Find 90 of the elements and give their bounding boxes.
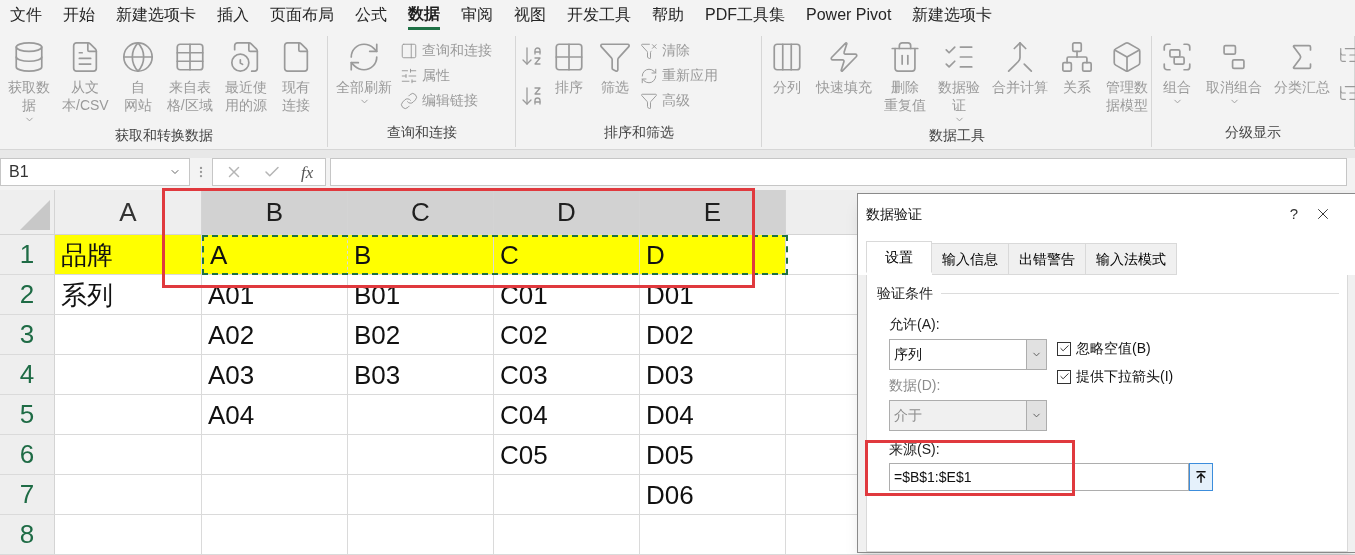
cell-text: D (646, 238, 665, 272)
section-title: 验证条件 (877, 284, 933, 303)
collapse-dialog-button[interactable] (1189, 463, 1213, 491)
menu-tab[interactable]: PDF工具集 (705, 0, 785, 30)
group-label: 数据工具 (927, 126, 986, 145)
cell-text: D04 (646, 398, 694, 432)
ribbon-icon (598, 40, 632, 74)
ribbon-icon (640, 66, 658, 85)
cell-text: D05 (646, 438, 694, 472)
dialog-tab[interactable]: 设置 (866, 241, 932, 273)
column-header[interactable]: D (494, 190, 640, 234)
menu-tab[interactable]: 文件 (10, 0, 42, 30)
cell-text: C02 (500, 318, 548, 352)
menu-tab[interactable]: 公式 (355, 0, 387, 30)
ribbon-icon (400, 91, 418, 110)
menu-tab[interactable]: 新建选项卡 (116, 0, 196, 30)
name-box[interactable]: B1 (0, 158, 190, 187)
row-header[interactable]: 7 (0, 475, 55, 514)
checkbox[interactable] (1057, 369, 1071, 384)
group-label: 排序和筛选 (602, 123, 675, 142)
allow-label: 允许(A): (889, 315, 941, 334)
checkbox-label: 忽略空值(B) (1076, 339, 1151, 358)
menu-tab[interactable]: 开发工具 (567, 0, 631, 30)
corner-triangle-icon (20, 200, 50, 230)
group-label: 获取和转换数据 (113, 126, 214, 145)
formula-input[interactable] (330, 158, 1347, 187)
ribbon-icon (120, 40, 155, 74)
cell-text: D06 (646, 478, 694, 512)
upload-arrow-icon (1194, 470, 1208, 484)
menu-tab[interactable]: 审阅 (461, 0, 493, 30)
ribbon-icon (400, 41, 418, 60)
ribbon-icon (888, 40, 922, 74)
cell-text: 品牌 (61, 238, 113, 272)
dialog-tab[interactable]: 出错警告 (1009, 243, 1086, 275)
ribbon-icon (1160, 40, 1194, 74)
ribbon-icon (400, 66, 418, 85)
row-header[interactable]: 4 (0, 355, 55, 394)
dialog-title: 数据验证 (866, 204, 923, 224)
ribbon-icon (770, 40, 804, 74)
column-header[interactable]: E (640, 190, 786, 234)
ribbon-icon (640, 91, 658, 110)
insert-function-button[interactable]: fx (301, 159, 314, 186)
group-label: 分级显示 (1224, 123, 1282, 142)
dialog-tab[interactable]: 输入信息 (932, 243, 1009, 275)
ribbon-icon (12, 40, 46, 74)
row-header[interactable]: 1 (0, 235, 55, 274)
source-label: 来源(S): (888, 440, 941, 459)
cell-text: B03 (354, 358, 401, 392)
menu-tab[interactable]: 插入 (217, 0, 249, 30)
cell-text: A04 (208, 398, 255, 432)
ribbon-icon (827, 40, 861, 74)
cell-text: C (500, 238, 519, 272)
menu-tab[interactable]: 页面布局 (270, 0, 334, 30)
row-header[interactable]: 6 (0, 435, 55, 474)
group-label: 查询和连接 (385, 123, 458, 142)
cell-text: C04 (500, 398, 548, 432)
data-label: 数据(D): (889, 376, 942, 395)
row-header[interactable]: 2 (0, 275, 55, 314)
row-header[interactable]: 3 (0, 315, 55, 354)
column-header[interactable]: C (348, 190, 494, 234)
cell-text: B02 (354, 318, 401, 352)
ribbon-icon (347, 40, 381, 74)
checkbox[interactable] (1057, 341, 1071, 356)
ribbon-icon (1060, 40, 1094, 74)
cell-text: C05 (500, 438, 548, 472)
source-input[interactable]: =$B$1:$E$1 (889, 463, 1189, 491)
column-header[interactable]: B (202, 190, 348, 234)
cell-text: D03 (646, 358, 694, 392)
menu-tab[interactable]: 帮助 (652, 0, 684, 30)
row-header[interactable]: 8 (0, 515, 55, 554)
help-button[interactable]: ? (1274, 202, 1314, 226)
sort-ascending-icon[interactable] (520, 44, 544, 68)
menu-tab[interactable]: 新建选项卡 (912, 0, 993, 30)
cell-text: B (354, 238, 372, 272)
menu-tab[interactable]: 视图 (514, 0, 546, 30)
cell-text: C03 (500, 358, 548, 392)
cell-text: D02 (646, 318, 694, 352)
menu-tab[interactable]: Power Pivot (806, 0, 892, 30)
allow-select[interactable]: 序列 (889, 339, 1047, 370)
ribbon-icon (640, 41, 658, 60)
cell-text: A03 (208, 358, 255, 392)
menu-tab[interactable]: 开始 (63, 0, 95, 30)
ribbon-icon (1110, 40, 1144, 74)
ribbon-icon (552, 40, 586, 74)
dialog-tab[interactable]: 输入法模式 (1086, 243, 1177, 275)
row-header[interactable]: 5 (0, 395, 55, 434)
cell-text: 系列 (61, 278, 113, 312)
cell-text: A (210, 238, 228, 272)
cell-text: A02 (208, 318, 255, 352)
checkbox-label: 提供下拉箭头(I) (1076, 367, 1174, 386)
